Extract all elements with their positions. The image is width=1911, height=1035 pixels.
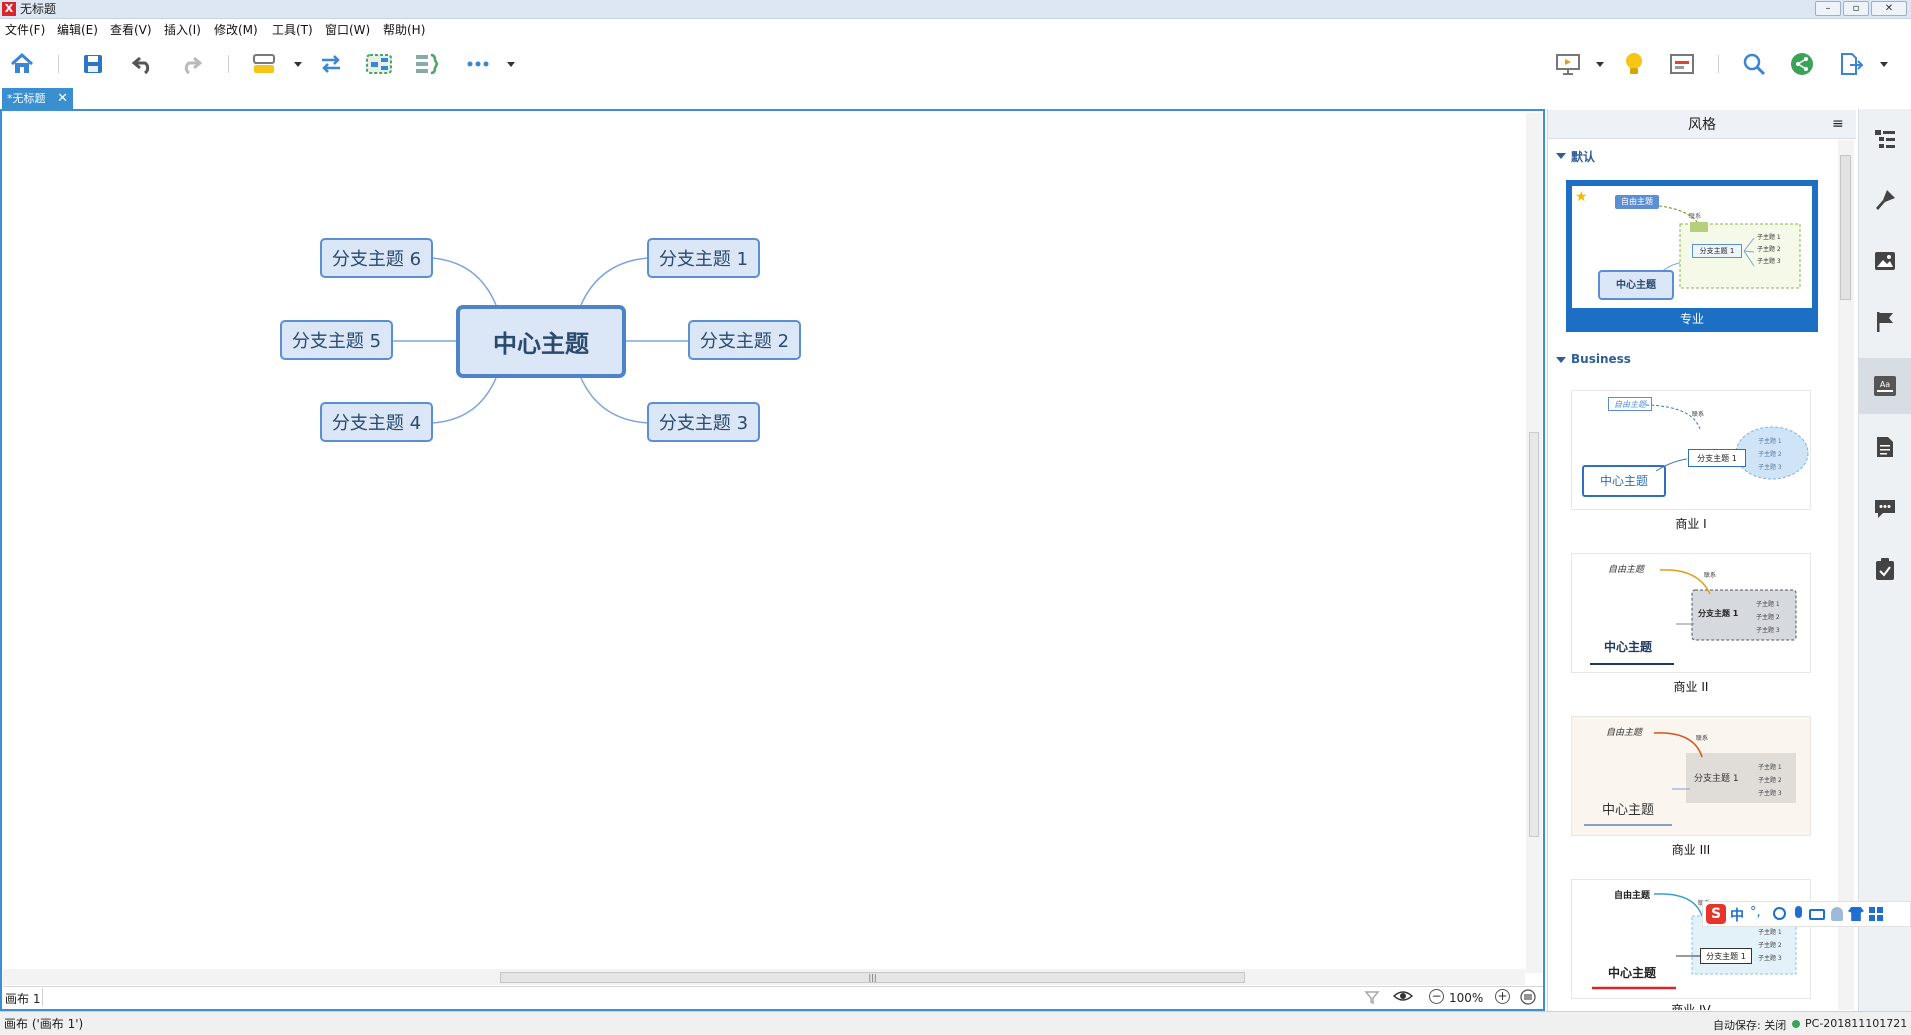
comment-icon[interactable]	[1870, 493, 1900, 523]
style-icon[interactable]: Aa	[1870, 371, 1900, 401]
filter-icon[interactable]	[1364, 989, 1380, 1008]
preview-floating-topic: 自由主题	[1606, 728, 1643, 738]
autosave-status[interactable]: 自动保存: 关闭	[1713, 1017, 1786, 1033]
preview-branch-topic: 分支主题 1	[1700, 948, 1752, 964]
flag-icon[interactable]	[1870, 307, 1900, 337]
branch-topic-1[interactable]: 分支主题 1	[647, 238, 760, 278]
ime-emoji-icon[interactable]	[1773, 907, 1786, 920]
zoom-in-button[interactable]: +	[1495, 989, 1510, 1004]
status-bar	[0, 1011, 1911, 1035]
preview-subtopics: 子主题 1 子主题 2 子主题 3	[1758, 764, 1782, 797]
preview-subtopics: 子主题 1 子主题 2 子主题 3	[1757, 234, 1781, 265]
ime-punct[interactable]: °,	[1750, 905, 1761, 920]
style-caption: 专业	[1679, 312, 1704, 326]
preview-floating-topic: 自由主题	[1614, 891, 1651, 901]
preview-relation-label: 联系	[1704, 572, 1717, 579]
preview-subtopics: 子主题 1 子主题 2 子主题 3	[1756, 601, 1780, 634]
central-topic[interactable]: 中心主题	[456, 305, 626, 378]
style-thumbnail-business-2[interactable]: 自由主题 联系 中心主题 分支主题 1 子主题 1 子主题 2 子主题 3	[1571, 553, 1811, 673]
branch-topic-5[interactable]: 分支主题 5	[280, 320, 393, 360]
connector-line	[580, 257, 649, 306]
style-caption: 商业 IV	[1671, 1003, 1711, 1010]
fit-map-icon[interactable]	[1520, 989, 1536, 1008]
preview-floating-topic: 自由主题	[1608, 397, 1652, 411]
ime-menu-icon[interactable]	[1869, 907, 1883, 921]
style-thumbnail-business-1[interactable]: 自由主题 联系 中心主题 分支主题 1 子主题 1 子主题 2 子主题 3	[1571, 390, 1811, 510]
preview-central-topic: 中心主题	[1582, 465, 1666, 497]
branch-topic-6[interactable]: 分支主题 6	[320, 238, 433, 278]
preview-subtopics: 子主题 1 子主题 2 子主题 3	[1758, 929, 1782, 962]
ime-keyboard-icon[interactable]	[1809, 909, 1825, 920]
canvas-vertical-scroll-thumb[interactable]	[1529, 432, 1539, 837]
style-thumbnail-business-4[interactable]: 自由主题 联系 中心主题 分支主题 1 子主题 1 子主题 2 子主题 3	[1571, 879, 1811, 999]
ime-mode[interactable]: 中	[1730, 905, 1744, 925]
outline-icon[interactable]	[1870, 124, 1900, 154]
connector-line	[580, 377, 649, 424]
style-caption: 商业 II	[1673, 680, 1709, 694]
ime-user-icon[interactable]	[1831, 907, 1843, 921]
notes-icon[interactable]	[1870, 432, 1900, 462]
preview-floating-topic: 自由主题	[1615, 195, 1659, 209]
preview-central-topic: 中心主题	[1608, 966, 1657, 980]
online-status-icon	[1792, 1020, 1800, 1028]
section-heading-business[interactable]: Business	[1571, 352, 1631, 366]
preview-floating-topic: 自由主题	[1608, 565, 1645, 575]
preview-branch-topic: 分支主题 1	[1688, 449, 1746, 467]
canvas-horizontal-scroll-thumb[interactable]: |||	[500, 972, 1245, 983]
style-panel-scroll-thumb[interactable]	[1840, 155, 1851, 300]
canvas-status-bar	[3, 986, 1543, 1009]
svg-text:Aa: Aa	[1880, 380, 1890, 389]
preview-branch-topic: 分支主题 1	[1698, 609, 1739, 618]
style-preview: ★ 自由主题 联系 中心主题 分支主题 1 子主题 1 子主题 2 子主题 3	[1572, 186, 1812, 308]
status-sheet-info: 画布 ('画布 1')	[4, 1017, 84, 1031]
preview-relation-label: 联系	[1696, 735, 1709, 742]
zoom-level: 100%	[1449, 991, 1484, 1005]
eye-icon[interactable]	[1392, 988, 1414, 1007]
preview-subtopics: 子主题 1 子主题 2 子主题 3	[1758, 438, 1782, 471]
preview-branch-topic: 分支主题 1	[1694, 774, 1739, 784]
style-panel-title: 风格	[1688, 117, 1716, 133]
preview-relation-label: 联系	[1689, 213, 1702, 220]
format-brush-icon[interactable]	[1870, 185, 1900, 215]
preview-branch-topic: 分支主题 1	[1692, 244, 1742, 258]
branch-topic-4[interactable]: 分支主题 4	[320, 402, 433, 442]
connector-line	[431, 377, 497, 424]
ime-logo-icon[interactable]: S	[1706, 904, 1726, 924]
sheet-divider	[42, 988, 43, 1006]
style-thumbnail-professional[interactable]: ★ 自由主题 联系 中心主题 分支主题 1 子主题 1 子主题 2 子主题 3 …	[1566, 180, 1818, 332]
ime-skin-icon[interactable]	[1848, 907, 1864, 921]
pc-name: PC-201811101721	[1805, 1017, 1908, 1030]
ime-voice-icon[interactable]	[1795, 906, 1802, 918]
zoom-out-button[interactable]: −	[1429, 989, 1444, 1004]
branch-topic-2[interactable]: 分支主题 2	[688, 320, 801, 360]
style-thumbnail-business-3[interactable]: 自由主题 联系 中心主题 分支主题 1 子主题 1 子主题 2 子主题 3	[1571, 716, 1811, 836]
image-icon[interactable]	[1870, 246, 1900, 276]
preview-central-topic: 中心主题	[1604, 640, 1653, 654]
style-caption: 商业 III	[1671, 843, 1711, 857]
collapse-arrow-icon[interactable]	[1556, 153, 1566, 159]
panel-menu-icon[interactable]: ≡	[1832, 116, 1844, 132]
connector-line	[431, 257, 497, 306]
preview-central-topic: 中心主题	[1602, 803, 1655, 818]
ime-toolbar[interactable]: S 中 °,	[1702, 901, 1911, 927]
task-icon[interactable]	[1870, 554, 1900, 584]
style-caption: 商业 I	[1675, 517, 1707, 531]
star-icon: ★	[1575, 189, 1588, 205]
preview-central-topic: 中心主题	[1598, 270, 1674, 300]
sheet-tab[interactable]: 画布 1	[5, 990, 40, 1007]
branch-topic-3[interactable]: 分支主题 3	[647, 402, 760, 442]
collapse-arrow-icon[interactable]	[1556, 357, 1566, 363]
section-heading-default[interactable]: 默认	[1571, 148, 1595, 165]
preview-relation-label: 联系	[1692, 411, 1705, 418]
